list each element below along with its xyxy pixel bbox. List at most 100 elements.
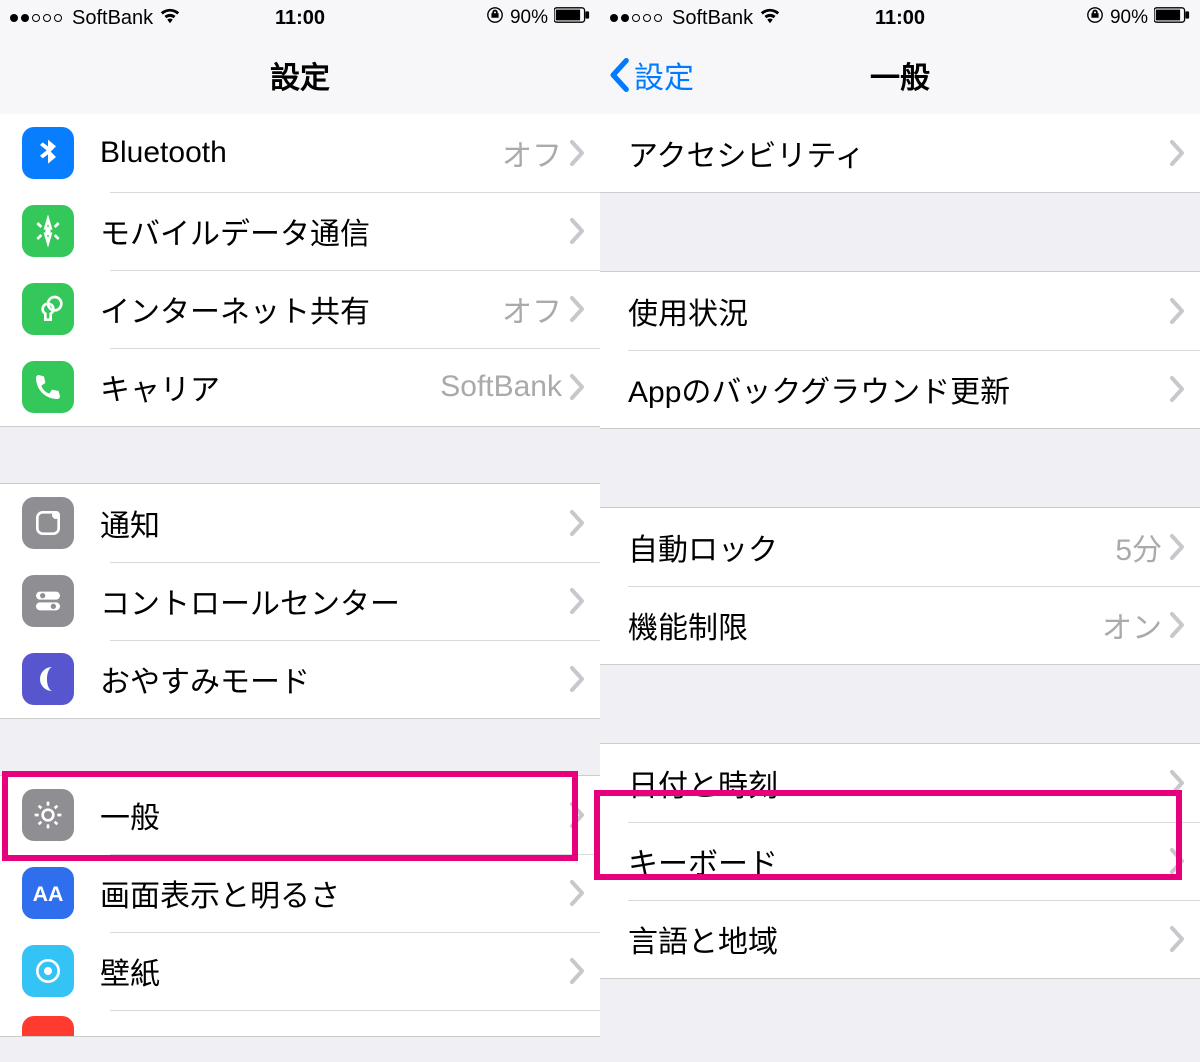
chevron-right-icon: [1170, 848, 1186, 874]
section-gap: [600, 665, 1200, 743]
row-control-center[interactable]: コントロールセンター: [0, 562, 600, 640]
row-value: SoftBank: [440, 370, 562, 404]
carrier-label: SoftBank: [72, 7, 153, 30]
section-usage: 使用状況 Appのバックグラウンド更新: [600, 271, 1200, 429]
chevron-right-icon: [570, 218, 586, 244]
orientation-lock-icon: [486, 6, 504, 30]
nav-bar: 設定 一般: [600, 36, 1200, 114]
row-label: 言語と地域: [628, 917, 1170, 961]
row-wallpaper[interactable]: 壁紙: [0, 932, 600, 1010]
status-bar: SoftBank 11:00 90%: [600, 0, 1200, 36]
row-label: おやすみモード: [100, 657, 570, 701]
row-label: 画面表示と明るさ: [100, 871, 570, 915]
section-connectivity: Bluetooth オフ モバイルデータ通信 インターネット共有 オフ: [0, 114, 600, 427]
section-interaction: 通知 コントロールセンター おやすみモード: [0, 483, 600, 719]
wifi-icon: [759, 6, 781, 30]
chevron-right-icon: [570, 296, 586, 322]
row-display[interactable]: AA 画面表示と明るさ: [0, 854, 600, 932]
status-bar: SoftBank 11:00 90%: [0, 0, 600, 36]
row-label: 一般: [100, 793, 570, 837]
cellular-icon: [22, 205, 74, 257]
phone-icon: [22, 361, 74, 413]
section-gap: [600, 193, 1200, 271]
row-label: Bluetooth: [100, 136, 502, 170]
row-accessibility[interactable]: アクセシビリティ: [600, 114, 1200, 192]
gear-icon: [22, 789, 74, 841]
row-do-not-disturb[interactable]: おやすみモード: [0, 640, 600, 718]
chevron-right-icon: [1170, 376, 1186, 402]
row-label: インターネット共有: [100, 287, 502, 331]
orientation-lock-icon: [1086, 6, 1104, 30]
row-hotspot[interactable]: インターネット共有 オフ: [0, 270, 600, 348]
section-gap: [600, 429, 1200, 507]
row-label: 日付と時刻: [628, 761, 1170, 805]
row-date-time[interactable]: 日付と時刻: [600, 744, 1200, 822]
pane-general: SoftBank 11:00 90% 設定 一般 アクセシビリティ: [600, 0, 1200, 1062]
row-label: 機能制限: [628, 603, 1102, 647]
row-label: Appのバックグラウンド更新: [628, 367, 1170, 411]
control-center-icon: [22, 575, 74, 627]
row-sound[interactable]: [0, 1010, 600, 1036]
nav-back-button[interactable]: 設定: [610, 53, 694, 97]
row-notifications[interactable]: 通知: [0, 484, 600, 562]
row-label: キーボード: [628, 839, 1170, 883]
section-general-group: 一般 AA 画面表示と明るさ 壁紙: [0, 775, 600, 1037]
chevron-right-icon: [1170, 770, 1186, 796]
row-bluetooth[interactable]: Bluetooth オフ: [0, 114, 600, 192]
row-label: キャリア: [100, 365, 440, 409]
row-restrictions[interactable]: 機能制限 オン: [600, 586, 1200, 664]
settings-list: Bluetooth オフ モバイルデータ通信 インターネット共有 オフ: [0, 114, 600, 1062]
hotspot-icon: [22, 283, 74, 335]
row-value: オフ: [502, 287, 562, 331]
row-label: 自動ロック: [628, 525, 1115, 569]
chevron-right-icon: [1170, 534, 1186, 560]
row-cellular[interactable]: モバイルデータ通信: [0, 192, 600, 270]
display-icon: AA: [22, 867, 74, 919]
row-auto-lock[interactable]: 自動ロック 5分: [600, 508, 1200, 586]
section-gap: [0, 719, 600, 775]
battery-icon: [1154, 7, 1190, 29]
chevron-right-icon: [570, 510, 586, 536]
battery-icon: [554, 7, 590, 29]
row-carrier[interactable]: キャリア SoftBank: [0, 348, 600, 426]
pane-settings: SoftBank 11:00 90% 設定 Bluetooth: [0, 0, 600, 1062]
row-background-refresh[interactable]: Appのバックグラウンド更新: [600, 350, 1200, 428]
bluetooth-icon: [22, 127, 74, 179]
chevron-right-icon: [570, 958, 586, 984]
moon-icon: [22, 653, 74, 705]
wifi-icon: [159, 6, 181, 30]
notification-icon: [22, 497, 74, 549]
section-lock: 自動ロック 5分 機能制限 オン: [600, 507, 1200, 665]
carrier-label: SoftBank: [672, 7, 753, 30]
row-usage[interactable]: 使用状況: [600, 272, 1200, 350]
row-label: モバイルデータ通信: [100, 209, 570, 253]
status-left: SoftBank: [610, 6, 781, 30]
wallpaper-icon: [22, 945, 74, 997]
sound-icon: [22, 1016, 74, 1036]
chevron-right-icon: [570, 140, 586, 166]
chevron-right-icon: [1170, 926, 1186, 952]
row-label: 通知: [100, 501, 570, 545]
chevron-right-icon: [570, 666, 586, 692]
row-keyboard[interactable]: キーボード: [600, 822, 1200, 900]
chevron-right-icon: [1170, 140, 1186, 166]
row-value: オフ: [502, 131, 562, 175]
status-left: SoftBank: [10, 6, 181, 30]
section-accessibility: アクセシビリティ: [600, 114, 1200, 193]
signal-dots-icon: [10, 14, 62, 22]
section-gap: [0, 427, 600, 483]
battery-percent: 90%: [510, 7, 548, 29]
row-label: アクセシビリティ: [628, 131, 1170, 175]
section-gap: [600, 979, 1200, 1039]
row-general[interactable]: 一般: [0, 776, 600, 854]
battery-percent: 90%: [1110, 7, 1148, 29]
row-value: 5分: [1115, 525, 1162, 569]
nav-title: 設定: [270, 53, 330, 97]
chevron-right-icon: [570, 588, 586, 614]
section-keyboard-group: 日付と時刻 キーボード 言語と地域: [600, 743, 1200, 979]
status-right: 90%: [486, 6, 590, 30]
nav-back-label: 設定: [634, 53, 694, 97]
row-label: 使用状況: [628, 289, 1170, 333]
row-language-region[interactable]: 言語と地域: [600, 900, 1200, 978]
nav-bar: 設定: [0, 36, 600, 114]
